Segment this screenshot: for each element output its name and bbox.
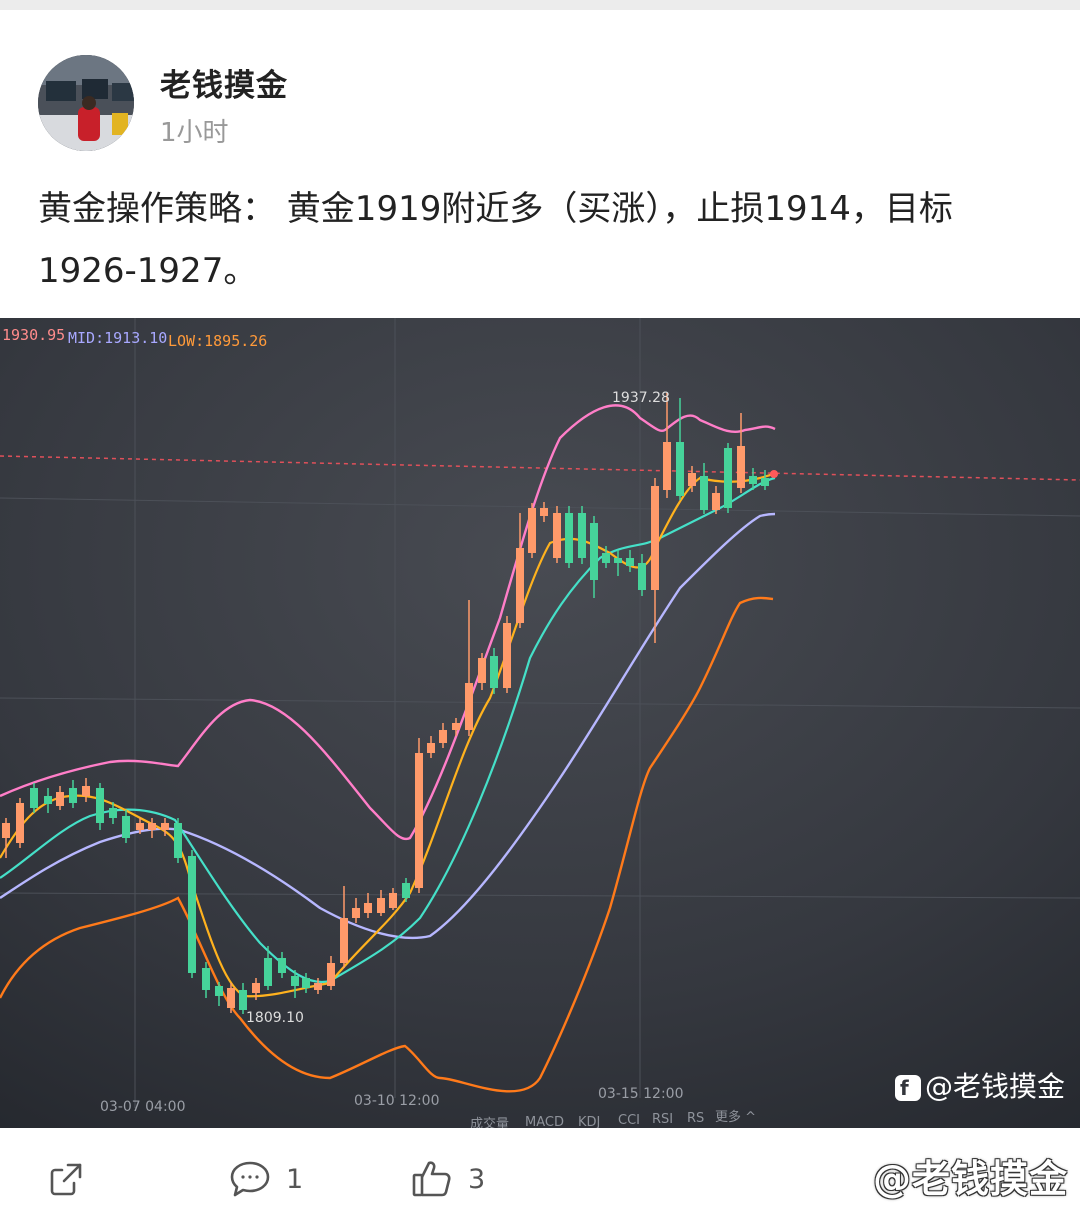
- candle-body: [528, 508, 536, 553]
- page-watermark: @老钱摸金: [872, 1157, 1068, 1201]
- candle-body: [96, 788, 104, 823]
- candle-body: [136, 823, 144, 830]
- date-label-1: 03-07 04:00: [100, 1099, 185, 1115]
- share-icon: [44, 1157, 88, 1201]
- candle-body: [724, 448, 732, 508]
- candle-body: [44, 796, 52, 804]
- post-header: 老钱摸金 1小时: [0, 10, 1080, 170]
- last-price-dot: [770, 470, 778, 478]
- candle-body: [712, 493, 720, 510]
- candle-body: [364, 903, 372, 913]
- candle-body: [252, 983, 260, 993]
- svg-text:@老钱摸金: @老钱摸金: [925, 1070, 1065, 1103]
- like-button[interactable]: 3: [410, 1156, 485, 1202]
- candle-body: [651, 486, 659, 590]
- candle-body: [314, 983, 322, 990]
- top-strip: [0, 0, 1080, 10]
- candle-body: [402, 883, 410, 898]
- tab-rsi: RSI: [652, 1112, 673, 1127]
- legend-top: 1930.95: [2, 326, 65, 344]
- comment-count: 1: [286, 1163, 304, 1195]
- candle-body: [30, 788, 38, 808]
- candle-body: [676, 442, 684, 496]
- high-label: 1937.28: [612, 390, 670, 406]
- candle-body: [109, 808, 117, 818]
- candle-body: [69, 788, 77, 803]
- date-label-3: 03-15 12:00: [598, 1086, 683, 1102]
- candle-body: [82, 786, 90, 796]
- candle-body: [638, 563, 646, 590]
- tab-more: 更多 ^: [715, 1109, 756, 1125]
- comment-button[interactable]: 1: [228, 1156, 303, 1202]
- tab-cci: CCI: [618, 1113, 640, 1128]
- candle-body: [2, 823, 10, 838]
- candle-body: [565, 513, 573, 563]
- like-count: 3: [468, 1163, 486, 1195]
- candle-body: [188, 856, 196, 973]
- candle-body: [602, 553, 610, 563]
- candle-body: [737, 446, 745, 488]
- candle-body: [122, 816, 130, 838]
- legend-mid: MID:1913.10: [68, 329, 167, 347]
- candle-body: [56, 792, 64, 806]
- candle-body: [503, 623, 511, 688]
- candle-body: [327, 963, 335, 986]
- svg-text:f: f: [900, 1076, 909, 1100]
- low-point-label: 1809.10: [246, 1010, 304, 1026]
- candle-body: [148, 823, 156, 830]
- candle-body: [352, 908, 360, 918]
- author-name[interactable]: 老钱摸金: [160, 60, 288, 105]
- candle-body: [540, 508, 548, 516]
- tab-volume: 成交量: [470, 1116, 509, 1128]
- candle-body: [340, 918, 348, 963]
- candle-body: [663, 442, 671, 490]
- candle-body: [626, 558, 634, 566]
- tab-rs: RS: [687, 1111, 704, 1126]
- candle-body: [490, 656, 498, 688]
- candle-body: [439, 730, 447, 743]
- candle-body: [761, 478, 769, 486]
- candle-body: [302, 978, 310, 988]
- candle-body: [614, 558, 622, 563]
- candle-body: [215, 986, 223, 996]
- candle-body: [415, 753, 423, 888]
- candle-body: [465, 683, 473, 730]
- candle-body: [688, 473, 696, 486]
- avatar[interactable]: [38, 55, 134, 151]
- candle-body: [590, 523, 598, 580]
- candle-body: [553, 513, 561, 558]
- candle-body: [16, 803, 24, 843]
- post-time: 1小时: [160, 118, 229, 148]
- candle-body: [227, 988, 235, 1008]
- candle-body: [427, 743, 435, 753]
- candle-body: [389, 893, 397, 908]
- share-button[interactable]: [44, 1156, 88, 1202]
- legend-low: LOW:1895.26: [168, 332, 267, 350]
- candle-body: [291, 976, 299, 986]
- tab-macd: MACD: [525, 1115, 564, 1128]
- post-text: 黄金操作策略： 黄金1919附近多（买涨），止损1914，目标1926-1927…: [38, 189, 953, 291]
- candle-body: [161, 823, 169, 830]
- comment-icon: [228, 1157, 272, 1201]
- candle-body: [377, 898, 385, 913]
- candle-body: [264, 958, 272, 986]
- action-bar: 1 3 @老钱摸金: [0, 1128, 1080, 1230]
- candle-body: [578, 513, 586, 558]
- candle-body: [202, 968, 210, 990]
- tab-kdj: KDJ: [578, 1115, 600, 1128]
- candle-body: [239, 990, 247, 1010]
- chart-photo[interactable]: 1930.95 MID:1913.10 LOW:1895.26 1937.28 …: [0, 318, 1080, 1128]
- candle-body: [700, 476, 708, 510]
- candle-body: [174, 823, 182, 858]
- candle-body: [452, 723, 460, 730]
- candle-body: [278, 958, 286, 973]
- candle-body: [516, 548, 524, 623]
- candle-body: [478, 658, 486, 683]
- thumbs-up-icon: [410, 1157, 454, 1201]
- date-label-2: 03-10 12:00: [354, 1093, 439, 1109]
- candle-body: [749, 476, 757, 484]
